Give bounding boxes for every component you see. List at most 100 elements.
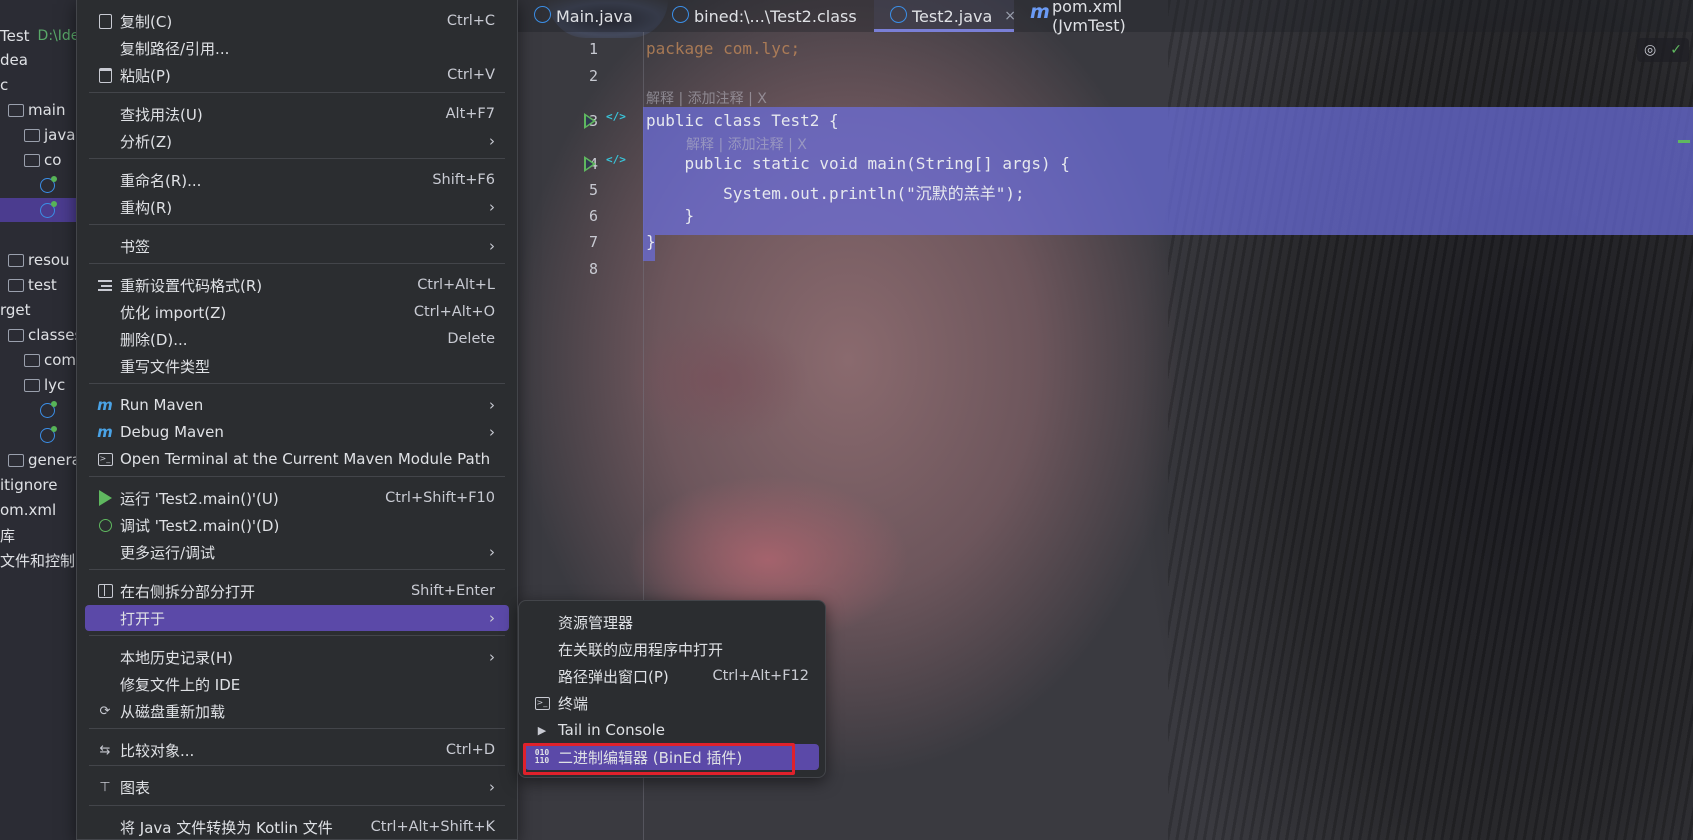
editor-tab[interactable]: bined:\...\Test2.class	[656, 0, 874, 32]
code-line[interactable]: 2	[518, 62, 1693, 89]
context-menu-item[interactable]: ⟳ 从磁盘重新加载	[85, 698, 509, 724]
context-menu-item[interactable]: 优化 import(Z) Ctrl+Alt+O	[85, 299, 509, 325]
code-line[interactable]: 3 </> public class Test2 {	[518, 107, 1693, 134]
tree-item[interactable]	[0, 198, 76, 222]
shortcut-label: Ctrl+Alt+O	[413, 304, 495, 320]
tree-item[interactable]: 库	[0, 523, 76, 547]
submenu-item[interactable]: >_ 终端	[525, 690, 819, 716]
context-menu-item[interactable]: m Debug Maven ›	[85, 419, 509, 445]
chevron-right-icon: ›	[489, 778, 495, 796]
context-menu-item-label: 修复文件上的 IDE	[120, 675, 241, 694]
class-icon	[534, 6, 551, 23]
run-gutter-icon[interactable]	[584, 113, 596, 129]
context-menu-item[interactable]: 删除(D)... Delete	[85, 326, 509, 352]
tree-item[interactable]: test	[0, 273, 76, 297]
code-line[interactable]: 1 package com.lyc;	[518, 35, 1693, 62]
tree-item[interactable]: resou	[0, 248, 76, 272]
menu-separator	[89, 476, 505, 477]
code-vision-hint-method[interactable]: 解释 | 添加注释 | X	[686, 134, 807, 154]
menu-separator	[89, 635, 505, 636]
context-menu-item[interactable]: 查找用法(U) Alt+F7	[85, 101, 509, 127]
context-menu-item[interactable]: 更多运行/调试 ›	[85, 539, 509, 565]
context-menu-item[interactable]: 在右侧拆分部分打开 Shift+Enter	[85, 578, 509, 604]
context-menu-item[interactable]: 重命名(R)... Shift+F6	[85, 167, 509, 193]
context-menu-item-label: 从磁盘重新加载	[120, 702, 226, 721]
context-menu-item[interactable]: 调试 'Test2.main()'(D)	[85, 512, 509, 538]
tree-item-label: 库	[0, 526, 16, 545]
context-menu-item[interactable]: 重新设置代码格式(R) Ctrl+Alt+L	[85, 272, 509, 298]
tree-item[interactable]: om.xml	[0, 498, 76, 522]
menu-separator	[89, 383, 505, 384]
class-icon	[672, 6, 689, 23]
context-menu-item[interactable]: 复制(C) Ctrl+C	[85, 8, 509, 34]
submenu-item[interactable]: 路径弹出窗口(P) Ctrl+Alt+F12	[525, 663, 819, 689]
reader-mode-icon[interactable]: ◎	[1644, 42, 1656, 58]
line-number: 1	[588, 40, 598, 58]
maven-terminal-icon: >_	[97, 451, 113, 467]
tree-item[interactable]: rget	[0, 298, 76, 322]
tree-item-label: classes	[28, 326, 76, 344]
run-gutter-icon[interactable]	[584, 156, 596, 172]
tree-item[interactable]	[0, 173, 76, 197]
code-line[interactable]: 5 System.out.println("沉默的羔羊");	[518, 176, 1693, 203]
code-line[interactable]: 6 }	[518, 202, 1693, 229]
tree-item[interactable]: com	[0, 348, 76, 372]
context-menu-item[interactable]: 将 Java 文件转换为 Kotlin 文件 Ctrl+Alt+Shift+K	[85, 814, 509, 840]
editor-tab[interactable]: Main.java	[518, 0, 656, 32]
context-menu-item[interactable]: 复制路径/引用...	[85, 35, 509, 61]
context-menu-item[interactable]: >_ Open Terminal at the Current Maven Mod…	[85, 446, 509, 472]
context-menu-item[interactable]: 运行 'Test2.main()'(U) Ctrl+Shift+F10	[85, 485, 509, 511]
tree-item[interactable]	[0, 223, 76, 247]
context-menu-item-label: 在右侧拆分部分打开	[120, 582, 256, 601]
context-menu-item[interactable]: ⇆ 比较对象... Ctrl+D	[85, 737, 509, 763]
context-menu-item[interactable]: 书签 ›	[85, 233, 509, 259]
tree-item-label: generate	[28, 451, 76, 469]
tree-item[interactable]: itignore	[0, 473, 76, 497]
submenu-item[interactable]: 资源管理器	[525, 609, 819, 635]
tree-item[interactable]: classes	[0, 323, 76, 347]
no-problems-check-icon[interactable]: ✓	[1670, 42, 1682, 58]
tree-item[interactable]: co	[0, 148, 76, 172]
run-icon	[97, 490, 113, 506]
tree-item[interactable]: Test D:\Ide	[0, 24, 76, 48]
editor-tab[interactable]: Test2.java ×	[874, 0, 1016, 32]
tree-item[interactable]	[0, 398, 76, 422]
implement-gutter-icon[interactable]: </>	[606, 153, 626, 166]
tree-item[interactable]: 文件和控制台	[0, 548, 76, 572]
folder-icon	[8, 278, 24, 292]
tree-item[interactable]: main	[0, 98, 76, 122]
diagram-icon: ⊤	[99, 779, 111, 795]
tree-item[interactable]: c	[0, 73, 76, 97]
tab-label: pom.xml (JvmTest)	[1052, 0, 1126, 35]
context-menu-item[interactable]: 本地历史记录(H) ›	[85, 644, 509, 670]
chevron-right-icon: ›	[489, 648, 495, 666]
editor-inspection-widget[interactable]: ◎ ✓	[1637, 38, 1689, 62]
tree-item[interactable]	[0, 423, 76, 447]
context-menu-item[interactable]: ⊤ 图表 ›	[85, 774, 509, 800]
submenu-item[interactable]: 在关联的应用程序中打开	[525, 636, 819, 662]
tree-item[interactable]: java	[0, 123, 76, 147]
code-line[interactable]: 4 </> public static void main(String[] ar…	[518, 150, 1693, 177]
submenu-item-label: Tail in Console	[558, 721, 665, 739]
submenu-item[interactable]: ▶ Tail in Console	[525, 717, 819, 743]
context-menu-item[interactable]: 分析(Z) ›	[85, 128, 509, 154]
menu-separator	[89, 569, 505, 570]
code-line[interactable]: 8	[518, 255, 1693, 282]
editor-tab[interactable]: m pom.xml (JvmTest)	[1014, 0, 1204, 35]
tree-item[interactable]: generate	[0, 448, 76, 472]
context-menu-item-label: 重构(R)	[120, 198, 173, 217]
context-menu-item[interactable]: 修复文件上的 IDE	[85, 671, 509, 697]
code-vision-hint-class[interactable]: 解释 | 添加注释 | X	[646, 88, 767, 108]
context-menu-item[interactable]: 粘贴(P) Ctrl+V	[85, 62, 509, 88]
code-text: public class Test2 {	[646, 111, 839, 130]
code-line[interactable]: 7}	[518, 228, 1693, 255]
tree-item[interactable]: dea	[0, 48, 76, 72]
context-menu-item[interactable]: 重构(R) ›	[85, 194, 509, 220]
implement-gutter-icon[interactable]: </>	[606, 110, 626, 123]
context-menu-item[interactable]: m Run Maven ›	[85, 392, 509, 418]
context-menu-item[interactable]: 重写文件类型	[85, 353, 509, 379]
context-menu-item[interactable]: 打开于 ›	[85, 605, 509, 631]
tree-item[interactable]: lyc	[0, 373, 76, 397]
play-icon: ▶	[537, 723, 547, 737]
context-menu-item-label: 删除(D)...	[120, 330, 188, 349]
